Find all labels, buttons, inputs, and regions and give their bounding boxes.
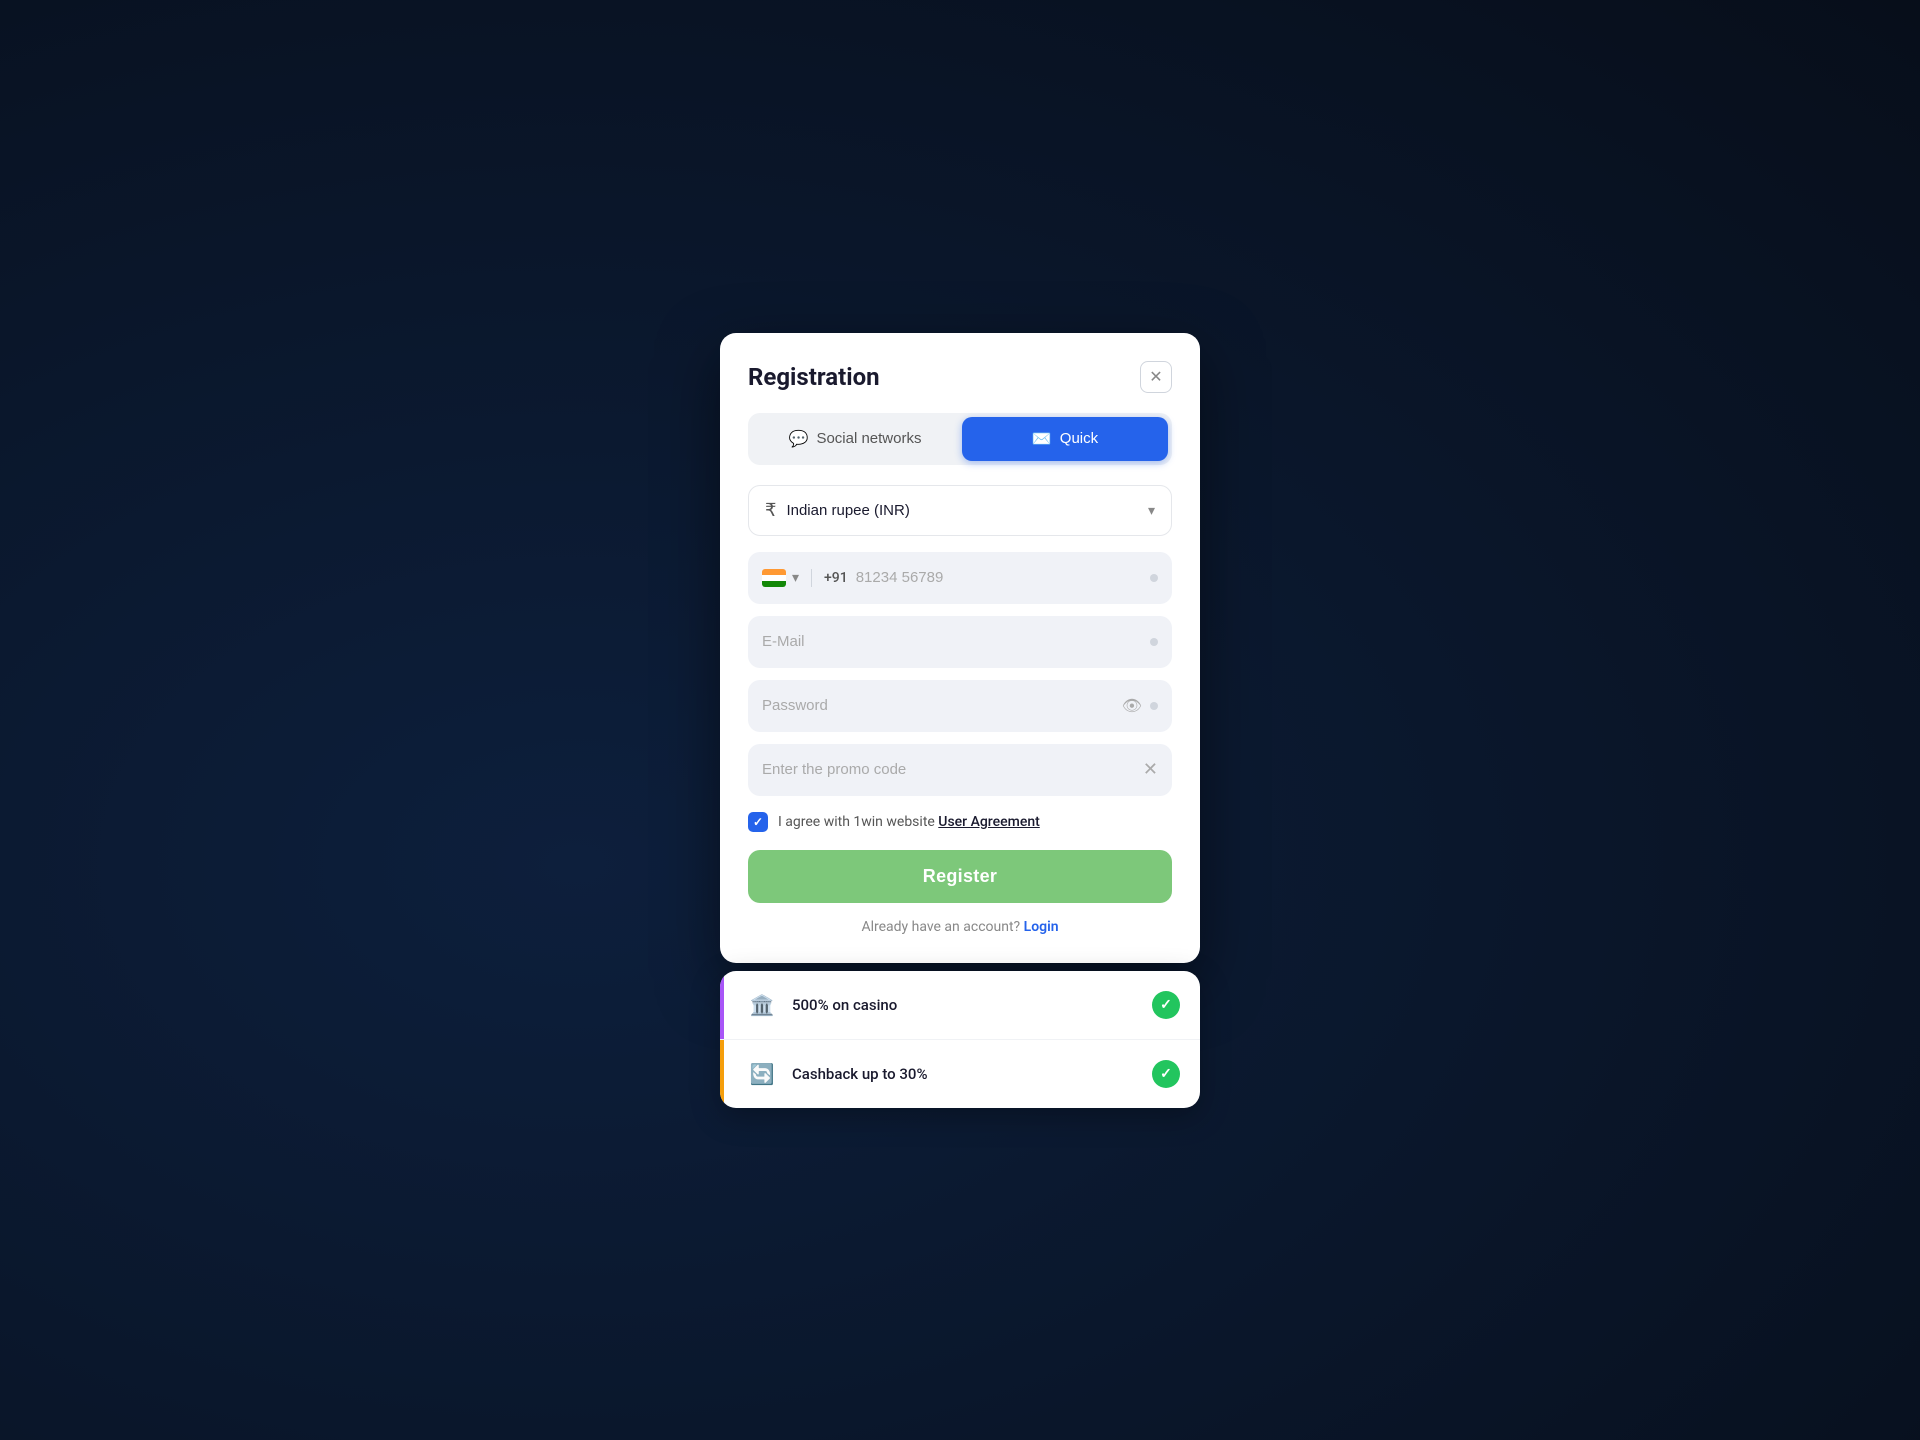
social-icon: 💬 bbox=[789, 429, 809, 449]
user-agreement-link[interactable]: User Agreement bbox=[938, 814, 1039, 830]
close-icon: ✕ bbox=[1149, 367, 1162, 387]
cashback-icon: 🔄 bbox=[750, 1062, 775, 1086]
bonus-casino-left: 🏛️ 500% on casino bbox=[744, 987, 897, 1023]
casino-check-icon: ✓ bbox=[1152, 991, 1180, 1019]
promo-code-field-wrapper: ✕ bbox=[748, 744, 1172, 796]
flag-bot bbox=[762, 581, 786, 587]
flag-chevron-icon: ▾ bbox=[792, 570, 799, 586]
promo-clear-icon[interactable]: ✕ bbox=[1143, 759, 1158, 780]
currency-label: Indian rupee (INR) bbox=[786, 502, 909, 519]
email-input[interactable] bbox=[762, 633, 1150, 650]
country-code-selector[interactable]: ▾ bbox=[762, 569, 812, 587]
modal-title: Registration bbox=[748, 363, 880, 391]
phone-required-indicator bbox=[1150, 574, 1158, 582]
login-link[interactable]: Login bbox=[1024, 919, 1059, 935]
modal-container: Registration ✕ 💬 Social networks ✉️ Quic… bbox=[720, 333, 1200, 1108]
agreement-checkbox[interactable]: ✓ bbox=[748, 812, 768, 832]
register-label: Register bbox=[923, 866, 997, 886]
password-input[interactable] bbox=[762, 697, 1122, 714]
password-field-wrapper: 👁 bbox=[748, 680, 1172, 732]
currency-selector[interactable]: ₹ Indian rupee (INR) ▾ bbox=[748, 485, 1172, 536]
cashback-check-icon: ✓ bbox=[1152, 1060, 1180, 1088]
cashback-bonus-label: Cashback up to 30% bbox=[792, 1065, 928, 1083]
india-flag bbox=[762, 569, 786, 587]
registration-modal: Registration ✕ 💬 Social networks ✉️ Quic… bbox=[720, 333, 1200, 963]
currency-left: ₹ Indian rupee (INR) bbox=[765, 500, 910, 521]
tab-quick[interactable]: ✉️ Quick bbox=[962, 417, 1168, 461]
agreement-text: I agree with 1win website User Agreement bbox=[778, 814, 1040, 830]
agreement-row: ✓ I agree with 1win website User Agreeme… bbox=[748, 812, 1172, 832]
casino-bonus-label: 500% on casino bbox=[792, 996, 897, 1014]
login-prompt-text: Already have an account? bbox=[861, 919, 1020, 935]
checkmark-icon: ✓ bbox=[753, 815, 763, 829]
email-required-indicator bbox=[1150, 638, 1158, 646]
tab-group: 💬 Social networks ✉️ Quick bbox=[748, 413, 1172, 465]
cashback-icon-wrap: 🔄 bbox=[744, 1056, 780, 1092]
email-field-wrapper bbox=[748, 616, 1172, 668]
tab-social-networks[interactable]: 💬 Social networks bbox=[752, 417, 958, 461]
register-button[interactable]: Register bbox=[748, 850, 1172, 903]
bonus-cashback-row: 🔄 Cashback up to 30% ✓ bbox=[720, 1040, 1200, 1108]
chevron-down-icon: ▾ bbox=[1148, 502, 1155, 519]
currency-symbol: ₹ bbox=[765, 500, 776, 521]
cashback-accent-bar bbox=[720, 1040, 724, 1108]
tab-quick-label: Quick bbox=[1060, 430, 1098, 447]
show-password-icon[interactable]: 👁 bbox=[1122, 696, 1142, 715]
casino-icon: 🏛️ bbox=[750, 993, 775, 1017]
phone-country-code: +91 bbox=[824, 570, 848, 586]
tab-social-label: Social networks bbox=[816, 430, 921, 447]
bonus-cards: 🏛️ 500% on casino ✓ 🔄 Cashback up to 30%… bbox=[720, 971, 1200, 1108]
phone-field: ▾ +91 bbox=[748, 552, 1172, 604]
promo-code-input[interactable] bbox=[762, 761, 1143, 778]
phone-input[interactable] bbox=[848, 569, 1150, 586]
bonus-cashback-left: 🔄 Cashback up to 30% bbox=[744, 1056, 928, 1092]
close-button[interactable]: ✕ bbox=[1140, 361, 1172, 393]
quick-icon: ✉️ bbox=[1032, 429, 1052, 449]
agreement-static-text: I agree with 1win website bbox=[778, 814, 938, 830]
password-required-indicator bbox=[1150, 702, 1158, 710]
bonus-casino-row: 🏛️ 500% on casino ✓ bbox=[720, 971, 1200, 1040]
casino-icon-wrap: 🏛️ bbox=[744, 987, 780, 1023]
modal-header: Registration ✕ bbox=[748, 361, 1172, 393]
login-row: Already have an account? Login bbox=[748, 919, 1172, 935]
casino-accent-bar bbox=[720, 971, 724, 1039]
